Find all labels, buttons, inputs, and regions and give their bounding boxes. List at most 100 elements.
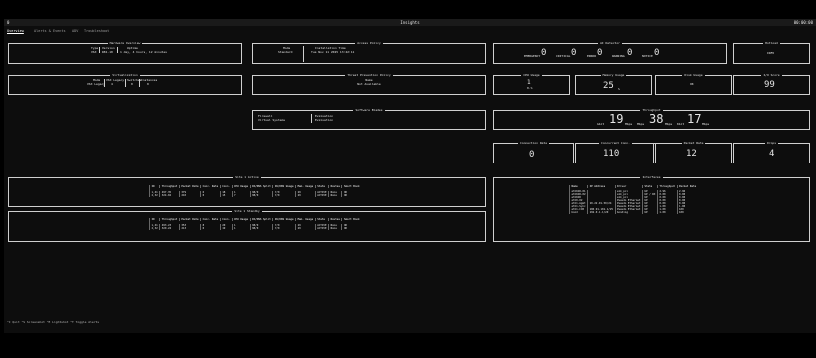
- hardware-overview-panel: Hardware Overview Type Version Uptime VS…: [8, 41, 242, 64]
- ai-detector-title: AI Detector: [598, 41, 622, 45]
- hardware-uptime-value: 1 day, 4 hours, 12 minutes: [120, 50, 167, 54]
- table-cell: 7/0: [272, 227, 296, 230]
- disk-usage-panel: Disk Usage OK: [655, 73, 732, 95]
- col-throughput: Throughput: [159, 185, 180, 188]
- col-padns-split: PA/DNS Split: [249, 185, 273, 188]
- table-row[interactable]: bond 192.0.1.1/20 bonding UP 1.00 100: [568, 211, 698, 214]
- io-score-panel: I/O Score 99: [733, 73, 810, 95]
- table-cell: 2,32: [148, 227, 160, 230]
- throughput-unit: Mbps: [702, 122, 710, 126]
- vs-standby-title: Site 1 Standby: [232, 209, 262, 213]
- col-padns-usage: PA/DNS Usage: [272, 185, 296, 188]
- table-cell: 213: [178, 227, 201, 230]
- packet-rate-title: Packet Rate: [681, 141, 706, 145]
- memory-usage-value: 25: [603, 81, 614, 91]
- virtualization-panel: Virtualization Mode VSX Legacy Switches …: [8, 73, 242, 95]
- ai-label-error: ERROR: [587, 54, 597, 58]
- software-blades-title: Software Blades: [353, 108, 385, 112]
- throughput-value: 19: [609, 112, 624, 126]
- vs-active-table: ID Throughput Packet Rate Conc. Rate Con…: [148, 185, 362, 197]
- software-blades-panel: Software Blades Firewall Evaluation Virt…: [252, 108, 486, 130]
- io-score-value: 99: [764, 80, 775, 90]
- throughput-label: Kbit: [677, 122, 685, 126]
- table-cell: 320.24: [159, 227, 180, 230]
- io-score-title: I/O Score: [761, 73, 782, 77]
- throughput-value: 17: [687, 112, 702, 126]
- col-conc-rate: Conc. Rate: [200, 218, 221, 221]
- threat-prevention-title: Threat Prevention Policy: [345, 73, 393, 77]
- drops-title: Drops: [764, 141, 779, 145]
- cpu-usage-panel: CPU Usage 1 0.%: [493, 73, 570, 95]
- vs-active-title: Site 1 Active: [233, 175, 261, 179]
- table-cell: 7/0: [272, 194, 296, 197]
- col-mem-usage: Mem. Usage: [295, 185, 316, 188]
- virtualization-instances-value: 0: [147, 82, 149, 86]
- blade-status: Evaluation: [315, 118, 334, 122]
- col-throughput: Throughput: [656, 185, 677, 188]
- tab-adv[interactable]: ADV: [72, 27, 78, 35]
- throughput-value: 38: [649, 112, 664, 126]
- virtualization-mode-value: VSX Legacy: [87, 82, 106, 86]
- table-cell: 29: [295, 227, 316, 230]
- drops-value: 4: [769, 149, 775, 159]
- table-cell: 2,32: [148, 194, 160, 197]
- ai-detector-panel: AI Detector EMERGENCY 0 CRITICAL 0 ERROR…: [493, 41, 727, 64]
- table-cell: UP: [641, 211, 658, 214]
- table-cell: None: [328, 194, 342, 197]
- table-cell: OK: [341, 194, 362, 197]
- virtualization-title: Virtualization: [110, 73, 140, 77]
- connection-rate-panel: Connection Rate 0: [493, 141, 573, 163]
- hotload-panel: Hotload INFO: [733, 41, 810, 64]
- virtualization-vsx-value: 4: [111, 82, 113, 86]
- hotload-title: Hotload: [763, 41, 780, 45]
- hotload-value: INFO: [767, 51, 775, 55]
- table-cell: 192.0.1.1/20: [587, 211, 615, 214]
- threat-prevention-value: Not Available: [357, 82, 381, 86]
- table-cell: ACTIVE: [314, 227, 329, 230]
- vs-active-panel: Site 1 Active ID Throughput Packet Rate …: [8, 175, 486, 207]
- ai-value-warning: 0: [627, 48, 633, 58]
- access-policy-title: Access Policy: [355, 41, 383, 45]
- col-cpu-usage: CPU Usage: [231, 185, 251, 188]
- concurrent-connections-panel: Concurrent Conn. 110: [575, 141, 655, 163]
- table-cell: bonding: [614, 211, 643, 214]
- table-row[interactable]: 2,32 324.02 210 0 15 7 98/0 7/0 29 ACTIV…: [148, 194, 362, 197]
- table-cell: 100: [676, 211, 698, 214]
- col-conc-rate: Conc. Rate: [200, 185, 221, 188]
- col-packet-rate: Packet Rate: [178, 185, 201, 188]
- access-policy-mode-value: Standard: [278, 50, 293, 54]
- drops-panel: Drops 4: [733, 141, 810, 163]
- tab-troubleshoot[interactable]: Troubleshoot: [84, 27, 109, 35]
- ai-label-warning: WARNING: [612, 54, 625, 58]
- table-cell: 210: [178, 194, 201, 197]
- ai-label-emergency: EMERGENCY: [524, 54, 541, 58]
- table-cell: 10.22.91.50/24: [587, 202, 615, 205]
- hardware-type-value: VSX: [91, 50, 97, 54]
- virtualization-header-vsx: VSX Legacy: [106, 78, 125, 82]
- tab-bar: Overview Alerts & Events ADV Troubleshoo…: [4, 27, 816, 35]
- table-cell: ACTIVE: [314, 194, 329, 197]
- concurrent-connections-title: Concurrent Conn.: [599, 141, 632, 145]
- packet-rate-panel: Packet Rate 12: [655, 141, 731, 163]
- table-cell: OK: [341, 227, 362, 230]
- table-row[interactable]: 2,32 320.24 213 0 19 1 98/0 7/0 29 ACTIV…: [148, 227, 362, 230]
- vs-standby-panel: Site 1 Standby ID Throughput Packet Rate…: [8, 209, 486, 242]
- interfaces-table: Name IP Address Driver State Throughput …: [568, 185, 698, 214]
- table-cell: None: [328, 227, 342, 230]
- table-cell: 29: [295, 194, 316, 197]
- disk-usage-title: Disk Usage: [682, 73, 705, 77]
- tab-overview[interactable]: Overview: [7, 27, 24, 35]
- throughput-label: Mbps: [637, 122, 645, 126]
- table-cell: 15: [219, 194, 232, 197]
- table-cell: 0: [200, 227, 221, 230]
- throughput-label: Gbit: [597, 122, 605, 126]
- cpu-usage-title: CPU Usage: [521, 73, 542, 77]
- virtualization-header-instances: Instances: [141, 78, 158, 82]
- threat-prevention-panel: Threat Prevention Policy Name Not Availa…: [252, 73, 486, 95]
- installation-time-value: Tue Nov 11 2025 13:42:11: [311, 50, 355, 54]
- tab-alerts-events[interactable]: Alerts & Events: [34, 27, 66, 35]
- ai-value-error: 0: [597, 48, 603, 58]
- table-cell: 0: [200, 194, 221, 197]
- col-padns-split: PA/DNS Split: [249, 218, 273, 221]
- connection-rate-title: Connection Rate: [517, 141, 550, 145]
